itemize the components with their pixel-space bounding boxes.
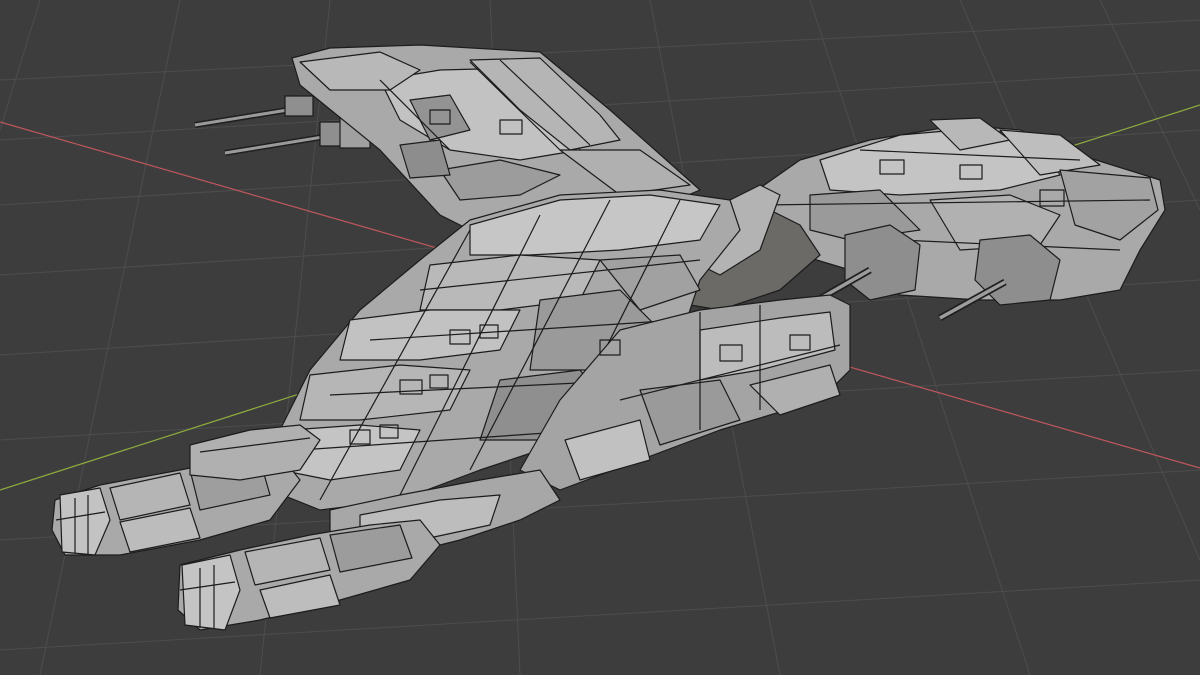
3d-viewport[interactable] xyxy=(0,0,1200,675)
right-engine-nacelle xyxy=(177,519,441,631)
right-wing xyxy=(749,117,1166,301)
